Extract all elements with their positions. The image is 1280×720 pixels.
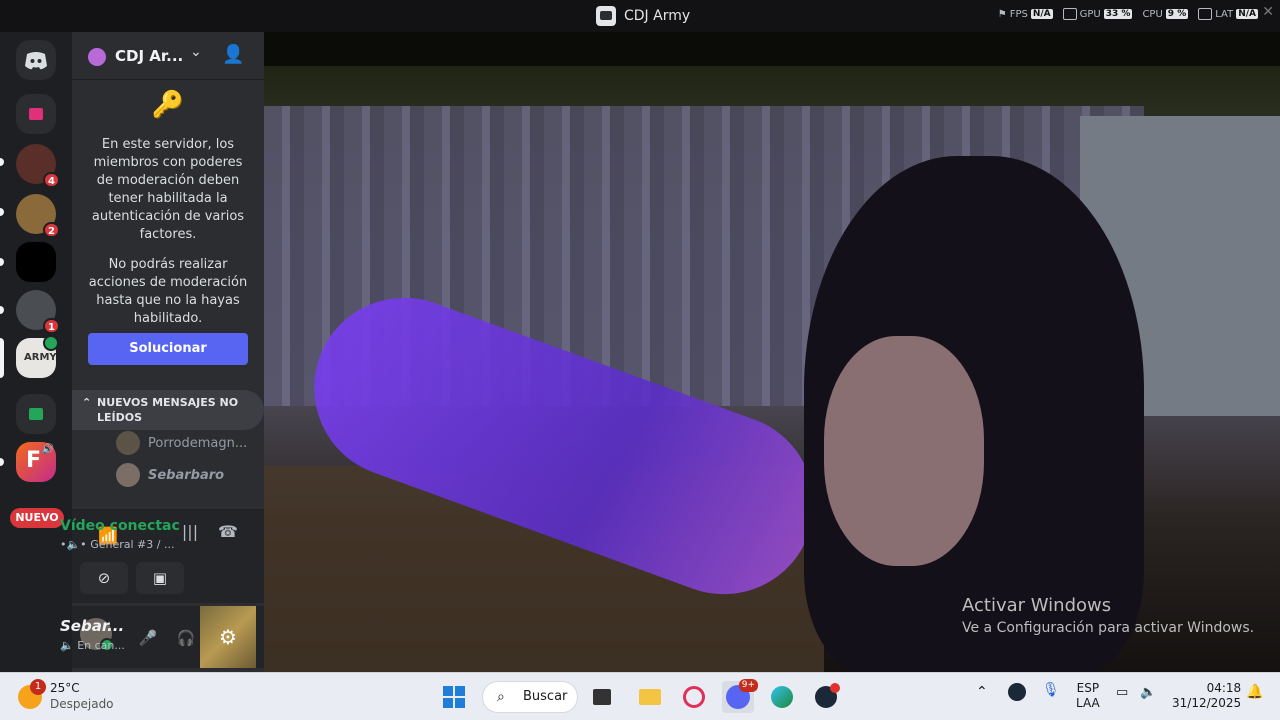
gpu-stat: GPU 33 % bbox=[1062, 8, 1133, 20]
folder-icon bbox=[29, 108, 43, 120]
windows-activation-watermark: Activar Windows Ve a Configuración para … bbox=[962, 595, 1255, 636]
folder-icon bbox=[29, 408, 43, 420]
chevron-down-icon[interactable]: ⌄ bbox=[190, 44, 202, 60]
channel-speaker-icon: •🔈• bbox=[60, 538, 87, 551]
army-logo-icon: ARMY bbox=[24, 352, 57, 363]
discord-taskbar-icon[interactable]: 9+ bbox=[722, 679, 758, 713]
speaker-icon: 🔊 bbox=[41, 444, 54, 455]
app-window-icon bbox=[596, 6, 616, 26]
discord-notification-badge: 9+ bbox=[738, 679, 758, 692]
window-title: CDJ Army bbox=[624, 8, 691, 24]
user-panel: Sebar... 🔈 En can... 🎤 🎧 ⚙ bbox=[60, 606, 264, 668]
server-rail: 4 2 1 ARMY F 🔊 NUEVO bbox=[0, 32, 72, 672]
server-2[interactable]: 2 bbox=[16, 194, 60, 238]
discord-home-button[interactable] bbox=[16, 40, 56, 80]
noise-suppression-icon[interactable]: ||| bbox=[174, 516, 206, 548]
network-icon[interactable]: ▭ bbox=[1116, 685, 1128, 700]
unread-pill bbox=[0, 208, 4, 216]
username[interactable]: Sebar... bbox=[60, 617, 124, 635]
steam-icon[interactable] bbox=[810, 681, 842, 713]
voice-connection-panel: 📶 Vídeo conectac •🔈• General #3 / ... ||… bbox=[60, 509, 264, 603]
avatar bbox=[116, 431, 140, 455]
fortnite-logo-icon: F bbox=[26, 448, 42, 473]
file-explorer-icon[interactable] bbox=[634, 681, 666, 713]
server-cdj-army[interactable]: ARMY bbox=[16, 335, 59, 378]
voice-channel[interactable]: •🔈• General #3 / ... bbox=[60, 538, 174, 551]
taskbar-search[interactable]: ⌕ Buscar bbox=[482, 681, 578, 713]
server-1[interactable]: 4 bbox=[16, 144, 60, 188]
channel-sidebar: CDJ Ar... ⌄ 👤 🔑 En este servidor, los mi… bbox=[60, 32, 264, 672]
gpu-icon bbox=[1062, 8, 1077, 20]
close-icon[interactable]: ✕ bbox=[1262, 4, 1274, 20]
disconnect-icon[interactable]: ☎ bbox=[212, 516, 244, 548]
volume-icon[interactable]: 🔈 bbox=[1140, 685, 1156, 700]
settings-gear-icon[interactable]: ⚙ bbox=[200, 606, 256, 668]
language-indicator[interactable]: ESP LAA bbox=[1076, 681, 1100, 711]
mention-badge: 1 bbox=[43, 318, 60, 334]
unread-pill bbox=[0, 306, 4, 314]
fps-stat: ⚑ FPS N/A bbox=[997, 8, 1053, 20]
user-status: 🔈 En can... bbox=[60, 639, 125, 652]
mention-badge: 2 bbox=[43, 222, 60, 238]
task-view-icon[interactable] bbox=[586, 681, 618, 713]
video-stream[interactable]: Activar Windows Ve a Configuración para … bbox=[264, 32, 1280, 672]
server-fortnite[interactable]: F 🔊 bbox=[16, 442, 56, 482]
speaker-status-icon: 🔈 bbox=[60, 639, 74, 652]
video-frame bbox=[264, 66, 1280, 672]
new-unread-messages-bar[interactable]: ⌃ NUEVOS MENSAJES NO LEÍDOS bbox=[72, 390, 264, 430]
cpu-stat: CPU 9 % bbox=[1142, 8, 1189, 20]
windows-start-icon[interactable] bbox=[438, 681, 470, 713]
voice-member[interactable]: Porrodemagn... bbox=[116, 430, 247, 456]
voice-member[interactable]: Sebarbaro bbox=[116, 462, 224, 488]
temperature: 25°C bbox=[50, 681, 80, 695]
flag-icon: ⚑ bbox=[997, 8, 1007, 20]
performance-overlay: ⚑ FPS N/A GPU 33 % CPU 9 % LAT N/A bbox=[998, 8, 1258, 20]
weather-condition: Despejado bbox=[50, 697, 114, 711]
notifications-bell-icon[interactable]: 🔔 bbox=[1246, 685, 1263, 700]
headphones-icon[interactable]: 🎧 bbox=[172, 624, 200, 652]
server-name: CDJ Ar... bbox=[115, 47, 184, 65]
unread-pill bbox=[0, 158, 4, 166]
server-header[interactable]: CDJ Ar... ⌄ 👤 bbox=[72, 32, 264, 80]
server-4[interactable]: 1 bbox=[16, 290, 60, 334]
notice-text-2: No podrás realizar acciones de moderació… bbox=[88, 257, 248, 326]
server-3[interactable] bbox=[16, 242, 56, 282]
voice-status[interactable]: Vídeo conectac bbox=[60, 518, 180, 534]
person-face bbox=[824, 336, 984, 566]
invite-user-icon[interactable]: 👤 bbox=[222, 44, 244, 65]
taskbar: 1 25°C Despejado ⌕ Buscar 9+ ⌃ 🎙 ESP LAA bbox=[0, 672, 1280, 720]
camera-off-button[interactable]: ⊘ bbox=[80, 562, 128, 594]
unread-pill bbox=[0, 258, 4, 266]
avatar bbox=[116, 463, 140, 487]
clock[interactable]: 04:18 31/12/2025 bbox=[1172, 681, 1241, 711]
weather-badge: 1 bbox=[30, 679, 46, 695]
edge-icon[interactable] bbox=[766, 681, 798, 713]
unread-pill bbox=[0, 458, 4, 466]
opera-gx-icon[interactable] bbox=[678, 681, 710, 713]
chevron-up-icon[interactable]: ⌃ bbox=[976, 685, 988, 700]
server-home-icon bbox=[88, 48, 106, 66]
folder-green[interactable] bbox=[16, 394, 56, 434]
key-icon: 🔑 bbox=[151, 90, 185, 120]
latency-icon bbox=[1198, 8, 1213, 20]
new-unreads-badge[interactable]: NUEVO bbox=[10, 508, 64, 528]
chevron-up-icon: ⌃ bbox=[82, 396, 92, 409]
notification-dot bbox=[830, 683, 840, 693]
microphone-icon[interactable]: 🎤 bbox=[134, 624, 162, 652]
steam-tray-icon[interactable] bbox=[1008, 683, 1026, 705]
screen-share-button[interactable]: ▣ bbox=[136, 562, 184, 594]
solve-button[interactable]: Solucionar bbox=[88, 333, 248, 365]
folder-pink[interactable] bbox=[16, 94, 56, 134]
search-icon: ⌕ bbox=[497, 689, 505, 705]
latency-stat: LAT N/A bbox=[1198, 8, 1258, 20]
microphone-tray-icon[interactable]: 🎙 bbox=[1042, 683, 1060, 698]
selected-pill bbox=[0, 338, 4, 378]
activity-icon bbox=[43, 335, 59, 351]
title-bar: CDJ Army ⚑ FPS N/A GPU 33 % CPU 9 % LAT … bbox=[0, 0, 1280, 32]
mention-badge: 4 bbox=[43, 172, 60, 188]
notice-text-1: En este servidor, los miembros con poder… bbox=[91, 137, 245, 242]
discord-logo-icon bbox=[25, 52, 47, 70]
